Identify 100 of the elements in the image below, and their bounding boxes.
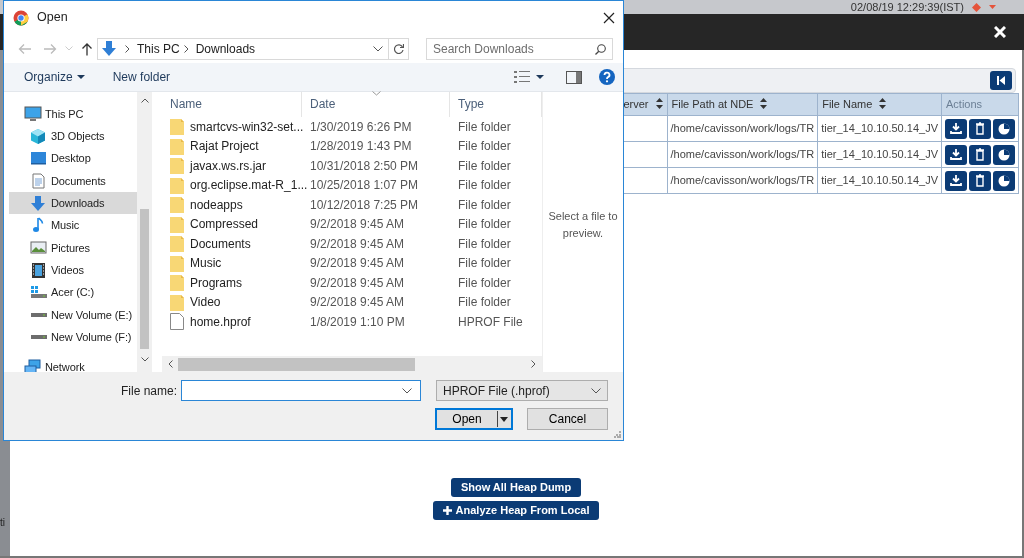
folder-icon [170,118,184,136]
sort-icon[interactable] [760,98,768,110]
address-bar[interactable]: This PC Downloads [97,37,409,60]
sort-icon[interactable] [879,98,887,110]
scrollbar[interactable] [137,92,152,372]
search-icon [595,43,606,55]
monitor-icon [30,150,48,168]
picture-icon [30,239,48,257]
scrollbar[interactable] [162,356,542,372]
chart-button[interactable] [993,144,1015,165]
chart-button[interactable] [993,170,1015,191]
table-cell: tier_14_10.10.50.14_JV [817,115,942,142]
column-header: Actions [941,93,1019,116]
open-button[interactable]: Open [435,408,513,430]
file-row[interactable]: Compressed 9/2/2018 9:45 AM File folder [162,214,542,234]
folder-icon [170,137,184,155]
scrollbar-thumb[interactable] [178,357,415,371]
first-page-icon [997,76,1005,85]
breadcrumb-item[interactable]: This PC [137,39,180,58]
file-row[interactable]: Documents 9/2/2018 9:45 AM File folder [162,234,542,254]
sidebar-item[interactable]: Documents [9,169,137,193]
table-cell: tier_14_10.10.50.14_JV [817,167,942,194]
plus-icon [442,506,452,515]
add-button[interactable]: Analyze Heap From Local [432,501,600,520]
column-header[interactable]: Name [162,92,302,117]
show-button[interactable]: Show All Heap Dump [450,478,582,497]
folder-icon [170,235,184,253]
file-name-field[interactable] [181,380,421,401]
sidebar-item[interactable]: Downloads [9,192,137,215]
sidebar-item[interactable]: 3D Objects [9,125,137,148]
view-details-icon[interactable] [514,71,530,83]
sidebar-item[interactable]: New Volume (E:) [9,303,137,326]
delete-button[interactable] [969,118,991,139]
film-icon [30,261,48,279]
sidebar-item[interactable]: Desktop [9,147,137,170]
file-row[interactable]: javax.ws.rs.jar 10/31/2018 2:50 PM File folder [162,156,542,176]
chevron-down-icon [591,387,601,394]
chevron-right-icon [183,44,189,53]
search-field[interactable]: Search Downloads [426,37,613,60]
caret-icon[interactable] [536,75,544,79]
column-header[interactable]: Type [450,92,542,117]
cut-text: ti [0,516,6,530]
toolbar-button[interactable]: New folder [107,68,176,86]
organize-menu[interactable]: Organize [19,68,90,86]
first-page-button[interactable] [990,71,1012,90]
delete-button[interactable] [969,144,991,165]
folder-icon [170,254,184,272]
column-header[interactable]: File Path at NDE [667,93,818,116]
download-button[interactable] [945,118,967,139]
sidebar-item[interactable]: Acer (C:) [9,281,137,304]
chevron-left-icon [168,360,173,368]
download-button[interactable] [945,144,967,165]
chevron-down-icon[interactable] [373,45,383,52]
file-row[interactable]: org.eclipse.mat-R_1... 10/25/2018 1:07 PM File folder [162,175,542,195]
resize-grip-icon[interactable] [614,431,621,438]
caret-icon [989,5,996,9]
file-row[interactable]: Rajat Project 1/28/2019 1:43 PM File folder [162,136,542,156]
monitor-icon [24,105,42,123]
sidebar-item[interactable]: Videos [9,259,137,282]
table-cell: /home/cavisson/work/logs/TR [667,115,818,142]
up-icon[interactable] [81,41,93,56]
column-header[interactable]: Date [302,92,450,117]
file-row[interactable]: nodeapps 10/12/2018 7:25 PM File folder [162,195,542,215]
download-arrow-icon [30,194,48,212]
sort-icon[interactable] [655,98,663,110]
file-type-dropdown[interactable]: HPROF File (.hprof) [436,380,608,401]
file-row[interactable]: Programs 9/2/2018 9:45 AM File folder [162,273,542,293]
scrollbar-thumb[interactable] [140,209,149,349]
document-icon [30,172,48,190]
folder-icon [170,196,184,214]
file-row[interactable]: smartcvs-win32-set... 1/30/2019 6:26 PM File folder [162,117,542,137]
file-icon [170,313,184,331]
chevron-right-icon [125,44,130,53]
cancel-button[interactable]: Cancel [527,408,608,430]
chart-button[interactable] [993,118,1015,139]
caret-icon [500,416,508,422]
sidebar-item[interactable]: Pictures [9,236,137,260]
help-icon[interactable] [599,69,615,85]
delete-button[interactable] [969,170,991,191]
sidebar-item[interactable]: This PC [4,103,137,126]
preview-pane-icon[interactable] [566,70,582,84]
folder-icon [170,274,184,292]
table-cell: /home/cavisson/work/logs/TR [667,141,818,168]
download-button[interactable] [945,170,967,191]
field-label: File name: [119,382,177,400]
drive-icon [30,284,48,301]
caret-icon [76,75,85,79]
breadcrumb-item[interactable]: Downloads [195,39,256,58]
sort-caret-icon [372,91,381,96]
file-row[interactable]: home.hprof 1/8/2019 1:10 PM HPROF File [162,312,542,332]
file-row[interactable]: Music 9/2/2018 9:45 AM File folder [162,253,542,273]
folder-icon [170,215,184,233]
folder-icon [170,176,184,194]
table-cell: /home/cavisson/work/logs/TR [667,167,818,194]
sidebar-item[interactable]: Music [9,214,137,237]
browser-logo-icon [13,9,29,26]
sidebar-item[interactable]: New Volume (F:) [9,325,137,349]
close-icon[interactable] [603,11,615,24]
file-row[interactable]: Video 9/2/2018 9:45 AM File folder [162,292,542,312]
column-header[interactable]: File Name [817,93,942,116]
